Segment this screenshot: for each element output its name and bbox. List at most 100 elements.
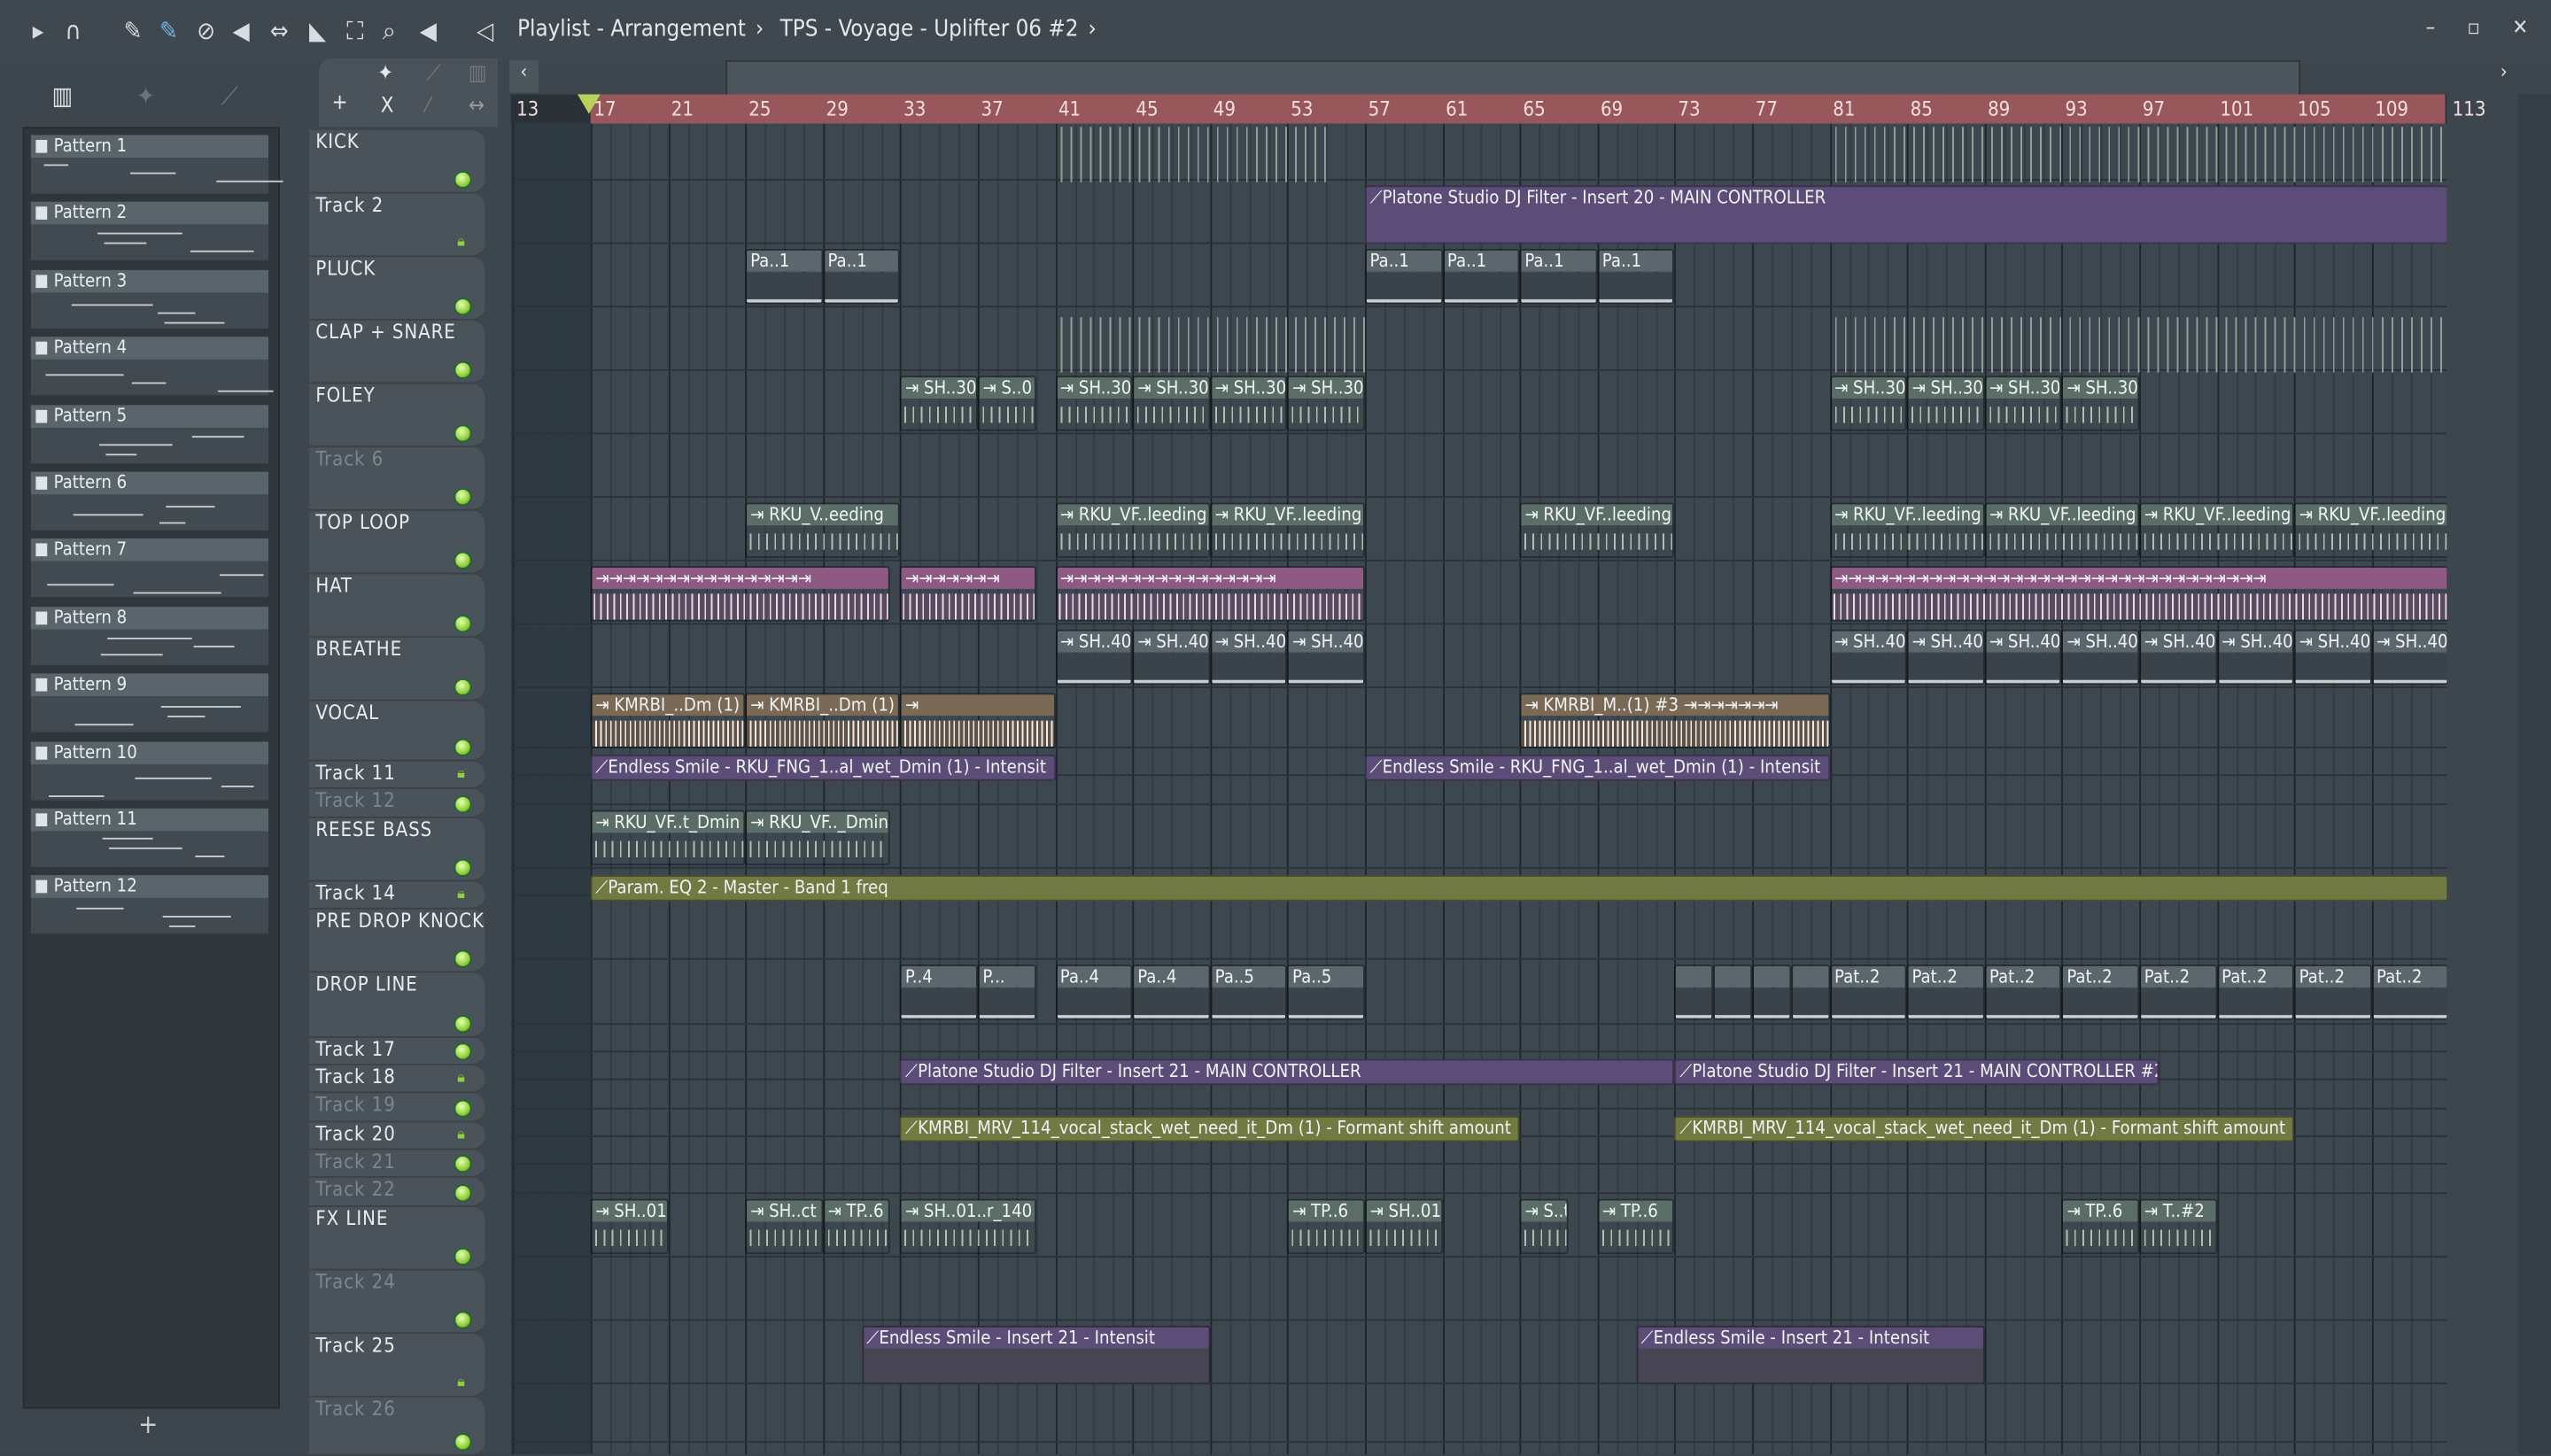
track-enable-led[interactable] bbox=[454, 424, 472, 443]
track-enable-led[interactable] bbox=[454, 795, 472, 814]
playlist-clip[interactable] bbox=[1752, 964, 1791, 1020]
track-header[interactable]: Track 19 bbox=[308, 1093, 485, 1123]
track-header[interactable]: Track 11 🔒︎ bbox=[308, 761, 485, 789]
track-header[interactable]: Track 25 🔒︎ bbox=[308, 1334, 485, 1398]
pattern-item[interactable]: Pattern 7 bbox=[30, 538, 269, 601]
playlist-clip[interactable]: ⟋Endless Smile - Insert 21 - Intensit bbox=[1635, 1325, 1985, 1385]
playlist-clip[interactable]: ⇥ RKU_VF..leeding bbox=[1210, 502, 1365, 558]
zoom-icon[interactable]: ⌕ bbox=[383, 16, 396, 45]
track-header[interactable]: HAT bbox=[308, 574, 485, 638]
playlist-clip[interactable]: P..4 bbox=[900, 964, 978, 1020]
timeline-ruler[interactable]: 13 17 21 25 29 33 37 41 45 49 53 57 61 65 69 73 77 81 85 89… bbox=[510, 94, 2485, 124]
track-enable-led[interactable] bbox=[454, 1155, 472, 1173]
playlist-clip[interactable]: ⇥ TP..6 bbox=[1287, 1198, 1365, 1255]
playlist-clip[interactable]: ⇥ SH..40 bbox=[2061, 629, 2140, 685]
playlist-clip[interactable]: ⇥ SH..40 bbox=[1210, 629, 1288, 685]
playlist-clip[interactable]: ⟋Platone Studio DJ Filter - Insert 21 - … bbox=[1674, 1058, 2159, 1086]
playlist-clip[interactable]: ⇥ KMRBI_M..(1) #3 ⇥⇥⇥⇥⇥⇥⇥ bbox=[1519, 693, 1830, 748]
playlist-clip[interactable]: ⇥⇥⇥⇥⇥⇥⇥⇥⇥⇥⇥⇥⇥⇥⇥⇥⇥⇥⇥⇥⇥⇥⇥⇥⇥⇥⇥⇥⇥⇥⇥⇥ bbox=[1829, 566, 2447, 622]
playlist-clip[interactable]: ⇥ SH..30 bbox=[1906, 376, 1985, 431]
playlist-clip[interactable]: Pa..4 bbox=[1132, 964, 1211, 1020]
playlist-clip[interactable]: ⇥ SH..30 bbox=[2061, 376, 2140, 431]
loop-selection[interactable] bbox=[590, 94, 2446, 124]
pencil-icon[interactable]: ✎ bbox=[124, 16, 143, 45]
playlist-clip[interactable]: ⟋Endless Smile - RKU_FNG_1..al_wet_Dmin … bbox=[590, 755, 1056, 781]
playlist-clip[interactable]: ⟋Platone Studio DJ Filter - Insert 20 - … bbox=[1364, 185, 2447, 244]
track-header[interactable]: VOCAL bbox=[308, 701, 485, 762]
pattern-item[interactable]: Pattern 12 bbox=[30, 875, 269, 938]
playlist-clip[interactable]: Pat..2 bbox=[1906, 964, 1985, 1020]
track-enable-led[interactable] bbox=[454, 488, 472, 507]
magnet-icon[interactable]: ∩ bbox=[65, 16, 81, 45]
playlist-clip[interactable]: ⇥ SH..40 bbox=[1906, 629, 1985, 685]
track-enable-led[interactable] bbox=[454, 858, 472, 877]
pattern-item[interactable]: Pattern 3 bbox=[30, 269, 269, 332]
playlist-clip[interactable]: ⇥ TP..6 bbox=[2061, 1198, 2140, 1255]
playlist-clip[interactable]: ⇥ KMRBI_..Dm (1) bbox=[590, 693, 746, 748]
playlist-clip[interactable]: ⇥ RKU_VF.._Dmin bbox=[745, 809, 891, 866]
pattern-item[interactable]: Pattern 2 bbox=[30, 202, 269, 264]
playlist-clip[interactable] bbox=[1713, 964, 1753, 1020]
pattern-item[interactable]: Pattern 6 bbox=[30, 471, 269, 534]
arrangement-overview-scrollbar[interactable] bbox=[725, 59, 2301, 97]
playlist-clip[interactable]: ⇥⇥⇥⇥⇥⇥⇥⇥⇥⇥⇥⇥⇥⇥⇥⇥ bbox=[1055, 566, 1365, 622]
track-enable-led[interactable] bbox=[454, 1042, 472, 1061]
playlist-clip[interactable]: Pa..5 bbox=[1210, 964, 1288, 1020]
piano-icon[interactable]: ▥ bbox=[52, 81, 73, 111]
lock-icon[interactable]: 🔒︎ bbox=[457, 1375, 472, 1391]
track-header[interactable]: REESE BASS bbox=[308, 817, 485, 882]
playlist-clip[interactable]: ⇥ SH..30 bbox=[1132, 376, 1211, 431]
playlist-clip[interactable]: Pa..1 bbox=[1519, 249, 1598, 305]
playlist-clip[interactable] bbox=[1790, 964, 1830, 1020]
playlist-clip[interactable]: ⇥ RKU_V..eeding bbox=[745, 502, 901, 558]
playlist-clip[interactable]: Pa..1 bbox=[1597, 249, 1675, 305]
track-header[interactable]: BREATHE bbox=[308, 637, 485, 701]
playlist-clip[interactable]: ⇥ SH..30 bbox=[1210, 376, 1288, 431]
scroll-right-button[interactable]: › bbox=[2489, 60, 2518, 93]
track-enable-led[interactable] bbox=[454, 1184, 472, 1203]
playlist-clip[interactable]: ⇥ SH..40 bbox=[1055, 629, 1133, 685]
pattern-item[interactable]: Pattern 10 bbox=[30, 740, 269, 803]
chevron-right-icon[interactable]: › bbox=[1088, 16, 1096, 42]
track-header[interactable]: Track 22 bbox=[308, 1177, 485, 1207]
playlist-clip[interactable]: ⇥ SH..40 bbox=[2294, 629, 2372, 685]
track-header[interactable]: FX LINE bbox=[308, 1206, 485, 1271]
playlist-clip[interactable]: ⇥⇥⇥⇥⇥⇥⇥ bbox=[900, 566, 1036, 622]
slip-icon[interactable]: ⇔ bbox=[270, 16, 289, 45]
paint-icon[interactable]: ✎ bbox=[159, 16, 178, 45]
playlist-clip[interactable]: ⇥ SH..40 bbox=[2371, 629, 2447, 685]
lock-icon[interactable]: 🔒︎ bbox=[457, 767, 472, 783]
playlist-clip[interactable]: ⇥ SH..40 bbox=[1287, 629, 1365, 685]
scroll-left-button[interactable]: ‹ bbox=[508, 59, 539, 93]
track-enable-led[interactable] bbox=[454, 1311, 472, 1329]
playlist-clip[interactable]: ⇥ SH..01 bbox=[590, 1198, 669, 1255]
piano-icon[interactable]: ▥ bbox=[469, 62, 486, 87]
pattern-item[interactable]: Pattern 11 bbox=[30, 808, 269, 871]
lock-icon[interactable]: 🔒︎ bbox=[457, 1071, 472, 1087]
select-icon[interactable]: ⛶ bbox=[346, 16, 363, 45]
playlist-clip[interactable]: ⇥ SH..40 bbox=[1829, 629, 1907, 685]
playlist-clip[interactable]: Pat..2 bbox=[2139, 964, 2217, 1020]
track-enable-led[interactable] bbox=[454, 551, 472, 569]
track-enable-led[interactable] bbox=[454, 738, 472, 757]
playlist-clip[interactable]: Pa..4 bbox=[1055, 964, 1133, 1020]
lock-icon[interactable]: 🔒︎ bbox=[457, 235, 472, 251]
track-header[interactable]: PRE DROP KNOCK bbox=[308, 909, 485, 973]
track-header[interactable]: Track 14 🔒︎ bbox=[308, 881, 485, 910]
track-header[interactable]: DROP LINE bbox=[308, 972, 485, 1038]
playlist-grid[interactable]: ⟋Platone Studio DJ Filter - Insert 20 - … bbox=[510, 123, 2447, 1455]
playlist-clip[interactable]: ⇥ SH..40 bbox=[2139, 629, 2217, 685]
playlist-clip[interactable]: ⇥ S..0 bbox=[977, 376, 1036, 431]
playlist-clip[interactable]: ⟋KMRBI_MRV_114_vocal_stack_wet_need_it_D… bbox=[1674, 1115, 2295, 1142]
cut-button[interactable]: X bbox=[381, 95, 394, 120]
stretch-icon[interactable]: ↔ bbox=[469, 95, 485, 120]
pattern-item[interactable]: Pattern 4 bbox=[30, 337, 274, 399]
playlist-clip[interactable]: ⇥ SH..30 bbox=[1287, 376, 1365, 431]
playlist-clip[interactable]: ⇥ SH..30 bbox=[1055, 376, 1133, 431]
lock-icon[interactable]: 🔒︎ bbox=[457, 1128, 472, 1144]
playlist-clip[interactable]: ⟋Endless Smile - RKU_FNG_1..al_wet_Dmin … bbox=[1364, 755, 1830, 781]
playlist-clip[interactable]: ⟋Platone Studio DJ Filter - Insert 21 - … bbox=[900, 1058, 1675, 1086]
track-header[interactable]: Track 26 bbox=[308, 1397, 485, 1456]
playlist-clip[interactable]: ⇥ RKU_VF..leeding bbox=[1055, 502, 1211, 558]
track-enable-led[interactable] bbox=[454, 615, 472, 633]
